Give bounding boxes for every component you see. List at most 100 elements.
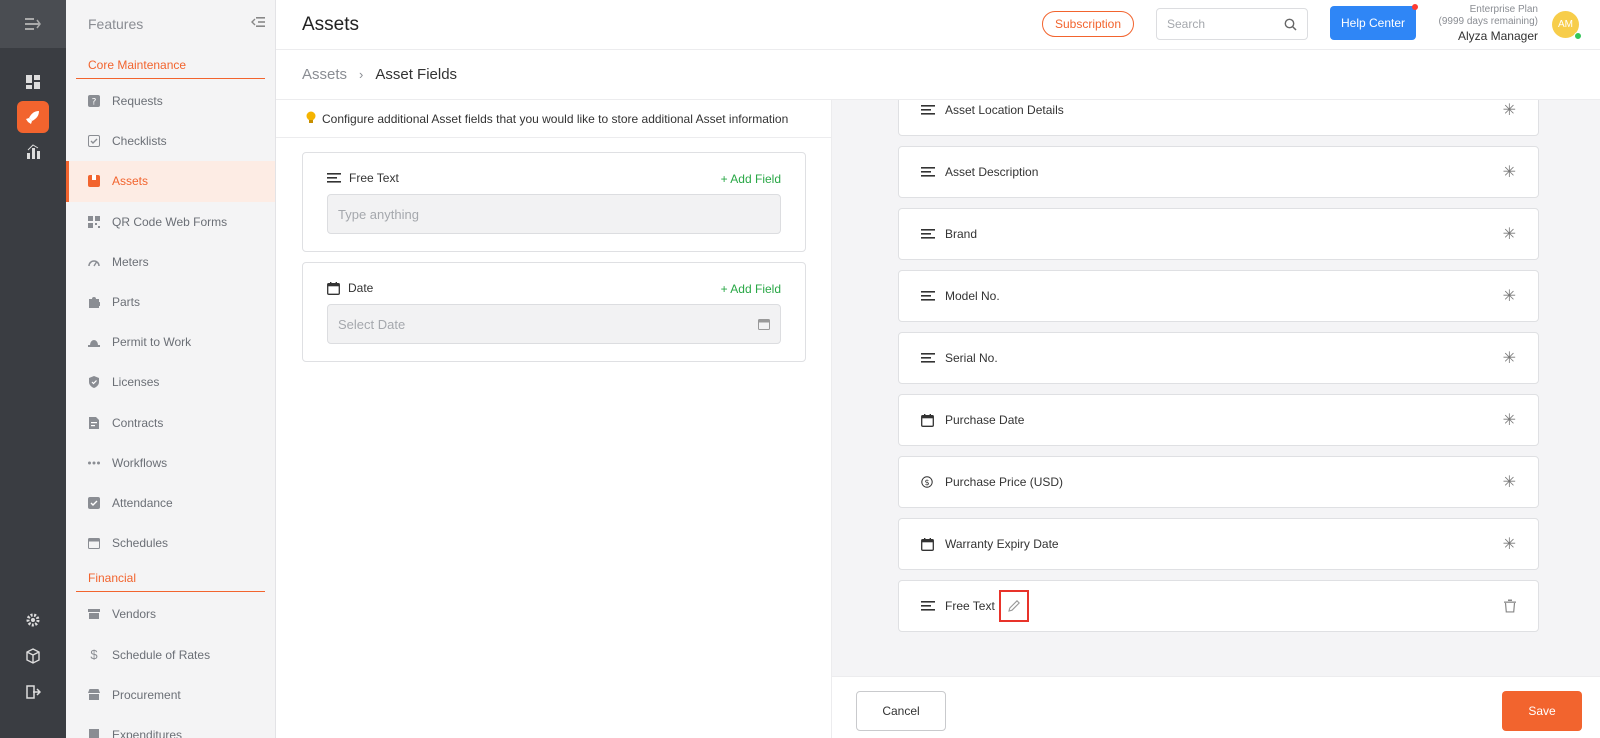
document-icon bbox=[88, 416, 100, 429]
svg-text:$: $ bbox=[924, 478, 929, 487]
hint-bar: Configure additional Asset fields that y… bbox=[276, 100, 831, 138]
menu-icon bbox=[25, 18, 41, 30]
sidebar-item-requests[interactable]: ? Requests bbox=[66, 81, 275, 121]
asset-box-icon bbox=[88, 175, 100, 188]
required-asterisk-icon: ✳ bbox=[1502, 412, 1516, 429]
features-button[interactable] bbox=[17, 101, 49, 133]
sidebar-item-qr-code-web-forms[interactable]: QR Code Web Forms bbox=[66, 202, 275, 242]
collapse-sidebar-icon[interactable] bbox=[251, 15, 265, 33]
field-card-asset-location-details[interactable]: Asset Location Details ✳ bbox=[898, 100, 1539, 136]
sidebar-item-procurement[interactable]: Procurement bbox=[66, 675, 275, 715]
field-label: Asset Location Details bbox=[945, 103, 1064, 117]
field-card-free-text[interactable]: Free Text bbox=[898, 580, 1539, 632]
field-card-model-no[interactable]: Model No. ✳ bbox=[898, 270, 1539, 322]
checklist-icon bbox=[88, 135, 100, 148]
sidebar-title: Features bbox=[88, 16, 144, 32]
receipt-icon bbox=[88, 728, 100, 738]
input-placeholder: Select Date bbox=[338, 316, 406, 332]
svg-text:?: ? bbox=[92, 98, 97, 108]
field-card-asset-description[interactable]: Asset Description ✳ bbox=[898, 146, 1539, 198]
hint-text: Configure additional Asset fields that y… bbox=[322, 111, 789, 126]
required-asterisk-icon: ✳ bbox=[1502, 102, 1516, 119]
rocket-icon bbox=[26, 111, 39, 124]
question-icon: ? bbox=[88, 95, 100, 108]
dashboard-button[interactable] bbox=[17, 66, 49, 98]
qr-code-icon bbox=[88, 215, 100, 228]
text-lines-icon bbox=[921, 352, 937, 364]
text-lines-icon bbox=[921, 104, 937, 116]
free-text-field-type: Free Text + Add Field Type anything bbox=[302, 152, 806, 252]
sidebar-item-contracts[interactable]: Contracts bbox=[66, 403, 275, 443]
field-card-serial-no[interactable]: Serial No. ✳ bbox=[898, 332, 1539, 384]
field-card-purchase-price[interactable]: $ Purchase Price (USD) ✳ bbox=[898, 456, 1539, 508]
free-text-preview-input[interactable]: Type anything bbox=[327, 194, 781, 234]
sidebar-item-label: Workflows bbox=[112, 455, 168, 470]
sidebar-item-assets[interactable]: Assets bbox=[66, 161, 275, 202]
field-card-warranty-expiry-date[interactable]: Warranty Expiry Date ✳ bbox=[898, 518, 1539, 570]
chart-icon bbox=[27, 144, 40, 159]
search-icon bbox=[1284, 18, 1297, 31]
section-core-maintenance: Core Maintenance bbox=[76, 48, 265, 79]
required-asterisk-icon: ✳ bbox=[1502, 226, 1516, 243]
puzzle-icon bbox=[88, 296, 100, 309]
sidebar-item-label: Expenditures bbox=[112, 727, 183, 738]
field-label: Purchase Price (USD) bbox=[945, 475, 1064, 489]
sidebar-item-schedules[interactable]: Schedules bbox=[66, 523, 275, 563]
plan-days: (9999 days remaining) bbox=[1438, 16, 1539, 27]
calendar-icon bbox=[758, 319, 770, 330]
field-card-brand[interactable]: Brand ✳ bbox=[898, 208, 1539, 260]
calendar-icon bbox=[921, 413, 937, 427]
sidebar-item-checklists[interactable]: Checklists bbox=[66, 121, 275, 161]
save-button[interactable]: Save bbox=[1502, 691, 1582, 731]
user-name[interactable]: Alyza Manager bbox=[1426, 28, 1538, 44]
sidebar-item-label: Licenses bbox=[112, 375, 160, 390]
logout-button[interactable] bbox=[17, 676, 49, 708]
hardhat-icon bbox=[88, 336, 100, 348]
sidebar-item-workflows[interactable]: Workflows bbox=[66, 443, 275, 483]
sidebar-item-vendors[interactable]: Vendors bbox=[66, 594, 275, 634]
sidebar-item-label: Contracts bbox=[112, 415, 164, 430]
online-status-dot bbox=[1574, 32, 1582, 40]
sidebar-item-schedule-of-rates[interactable]: $ Schedule of Rates bbox=[66, 634, 275, 674]
sidebar-item-label: QR Code Web Forms bbox=[112, 214, 228, 229]
settings-button[interactable] bbox=[17, 604, 49, 636]
required-asterisk-icon: ✳ bbox=[1502, 288, 1516, 305]
sidebar-item-label: Meters bbox=[112, 254, 149, 269]
sidebar-item-parts[interactable]: Parts bbox=[66, 282, 275, 322]
section-financial: Financial bbox=[76, 563, 265, 593]
search-input[interactable]: Search bbox=[1156, 8, 1308, 40]
reports-button[interactable] bbox=[17, 136, 49, 168]
sidebar-item-label: Schedule of Rates bbox=[112, 647, 211, 662]
field-label: Serial No. bbox=[945, 351, 998, 365]
menu-toggle[interactable] bbox=[0, 0, 66, 48]
add-free-text-field-button[interactable]: + Add Field bbox=[721, 172, 781, 186]
breadcrumb: Assets › Asset Fields bbox=[276, 50, 1600, 100]
help-center-button[interactable]: Help Center bbox=[1330, 6, 1416, 40]
shield-icon bbox=[88, 376, 100, 389]
sidebar-item-expenditures[interactable]: Expenditures bbox=[66, 715, 275, 738]
required-asterisk-icon: ✳ bbox=[1502, 536, 1516, 553]
sidebar-item-attendance[interactable]: Attendance bbox=[66, 483, 275, 523]
sidebar-item-meters[interactable]: Meters bbox=[66, 242, 275, 282]
cancel-button[interactable]: Cancel bbox=[856, 691, 946, 731]
dollar-circle-icon: $ bbox=[921, 476, 937, 488]
modules-button[interactable] bbox=[17, 640, 49, 672]
sidebar-item-label: Requests bbox=[112, 94, 163, 109]
cube-icon bbox=[26, 648, 40, 664]
subscription-button[interactable]: Subscription bbox=[1042, 11, 1134, 37]
field-type-label: Free Text bbox=[349, 171, 399, 185]
delete-field-button[interactable] bbox=[1504, 599, 1516, 613]
field-label: Purchase Date bbox=[945, 413, 1025, 427]
date-preview-input[interactable]: Select Date bbox=[327, 304, 781, 344]
attendance-check-icon bbox=[88, 496, 100, 509]
sidebar-item-licenses[interactable]: Licenses bbox=[66, 362, 275, 402]
add-date-field-button[interactable]: + Add Field bbox=[721, 282, 781, 296]
field-label: Model No. bbox=[945, 289, 1000, 303]
text-lines-icon bbox=[921, 166, 937, 178]
edit-field-button[interactable] bbox=[998, 590, 1029, 622]
sidebar-item-permit-to-work[interactable]: Permit to Work bbox=[66, 322, 275, 362]
breadcrumb-assets-link[interactable]: Assets bbox=[302, 66, 347, 83]
field-card-purchase-date[interactable]: Purchase Date ✳ bbox=[898, 394, 1539, 446]
footer-actions: Cancel Save bbox=[832, 676, 1600, 738]
gauge-icon bbox=[88, 256, 100, 268]
